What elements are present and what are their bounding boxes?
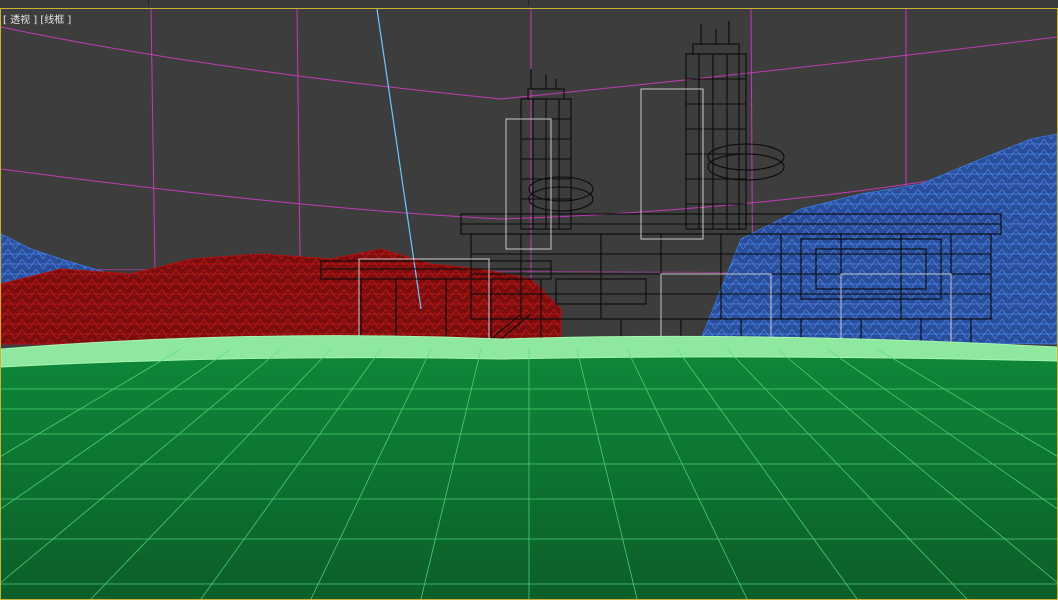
perspective-viewport[interactable]: [ 透视 ] [线框 ] bbox=[0, 8, 1058, 600]
wireframe-scene bbox=[1, 9, 1057, 599]
menu-tab-1[interactable] bbox=[0, 0, 149, 6]
menu-bar bbox=[0, 0, 1058, 8]
viewport-label[interactable]: [ 透视 ] [线框 ] bbox=[3, 11, 71, 26]
menu-tab-2[interactable] bbox=[148, 0, 529, 6]
